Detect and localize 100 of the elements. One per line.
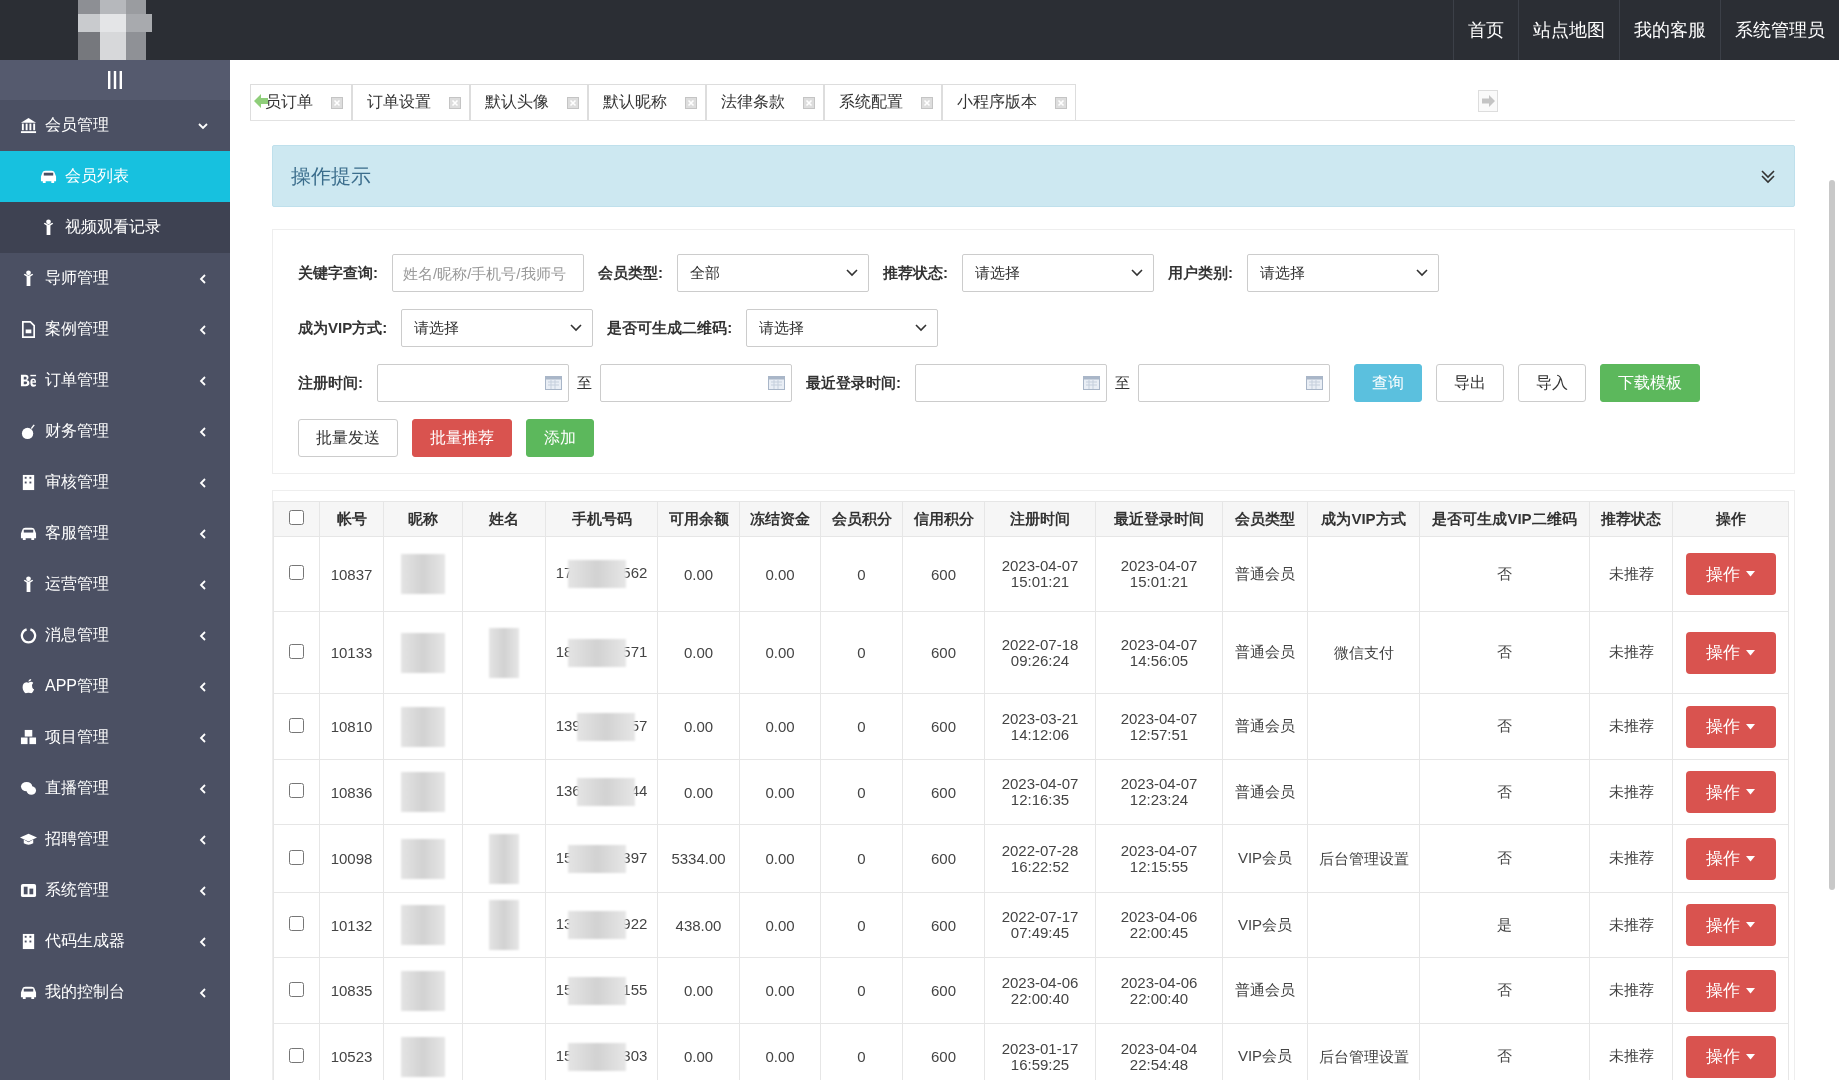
row-checkbox[interactable] [289, 1047, 304, 1063]
menu-label: 项目管理 [45, 727, 110, 747]
sidebar-item[interactable]: 运营管理 [0, 559, 230, 610]
table-cell: 0 [820, 957, 903, 1024]
table-cell: 2023-04-07 15:01:21 [984, 536, 1096, 612]
nav-link[interactable]: 我的客服 [1619, 0, 1720, 60]
field-label: 注册时间: [298, 373, 363, 393]
action-dropdown-button[interactable]: 操作 [1685, 837, 1776, 880]
row-checkbox[interactable] [289, 981, 304, 997]
caret-icon [570, 324, 583, 332]
sidebar-item[interactable]: APP管理 [0, 661, 230, 712]
table-cell: 600 [902, 611, 985, 694]
nav-link[interactable]: 首页 [1453, 0, 1518, 60]
filter-button[interactable]: 导入 [1518, 364, 1586, 402]
table-cell: 10810 [319, 693, 384, 760]
action-dropdown-button[interactable]: 操作 [1685, 969, 1776, 1012]
table-cell: 否 [1419, 957, 1590, 1024]
menu-icon[interactable] [107, 70, 123, 90]
sidebar-item[interactable]: 财务管理 [0, 406, 230, 457]
tab[interactable]: 订单设置 [352, 84, 470, 120]
select-all-checkbox[interactable] [289, 510, 304, 525]
search-field[interactable]: 姓名/昵称/手机号/我师号 [392, 254, 584, 292]
table-cell: 0 [820, 892, 903, 958]
tab[interactable]: 系统配置 [824, 84, 942, 120]
graduation-cap-icon [20, 831, 37, 848]
sidebar-item[interactable]: 客服管理 [0, 508, 230, 559]
action-dropdown-button[interactable]: 操作 [1685, 771, 1776, 813]
action-button[interactable]: 批量推荐 [412, 419, 512, 457]
double-chevron-icon[interactable] [1760, 168, 1776, 184]
tab[interactable]: 默认头像 [470, 84, 588, 120]
close-icon [803, 96, 815, 109]
sidebar-item[interactable]: 招聘管理 [0, 814, 230, 865]
sidebar-item[interactable]: 项目管理 [0, 712, 230, 763]
bomb-icon [20, 423, 37, 440]
table-cell: 600 [902, 892, 985, 958]
sidebar-item[interactable]: 审核管理 [0, 457, 230, 508]
sidebar-item[interactable]: 会员管理 [0, 100, 230, 151]
sidebar-item[interactable]: 代码生成器 [0, 916, 230, 967]
phone-suffix: 155 [622, 980, 648, 998]
action-dropdown-button[interactable]: 操作 [1685, 553, 1776, 595]
select-field[interactable]: 请选择 [1247, 254, 1439, 292]
select-field[interactable]: 请选择 [746, 309, 939, 347]
table-cell: 5334.00 [657, 824, 740, 893]
sidebar-item[interactable]: 直播管理 [0, 763, 230, 814]
calendar-icon [545, 376, 562, 390]
sidebar-item[interactable]: 消息管理 [0, 610, 230, 661]
select-field[interactable]: 请选择 [401, 309, 594, 347]
column-header: 昵称 [383, 501, 463, 537]
action-dropdown-button[interactable]: 操作 [1685, 705, 1776, 748]
table-cell: 600 [902, 957, 985, 1024]
menu-label: 订单管理 [45, 370, 110, 390]
sidebar-item[interactable]: 我的控制台 [0, 967, 230, 1018]
tab[interactable]: 法律条款 [706, 84, 824, 120]
table-cell: 未推荐 [1589, 759, 1673, 825]
row-checkbox[interactable] [289, 565, 304, 580]
row-checkbox[interactable] [289, 916, 304, 931]
date-field[interactable] [600, 364, 792, 402]
date-field[interactable] [915, 364, 1107, 402]
row-checkbox[interactable] [289, 717, 304, 733]
sidebar-item[interactable]: 订单管理 [0, 355, 230, 406]
spinner-icon [20, 627, 37, 644]
phone-suffix: 303 [622, 1046, 648, 1064]
action-dropdown-button[interactable]: 操作 [1685, 1035, 1776, 1078]
nav-link[interactable]: 站点地图 [1518, 0, 1619, 60]
nav-link[interactable]: 系统管理员 [1720, 0, 1839, 60]
field-label: 成为VIP方式: [298, 318, 388, 338]
sidebar-item[interactable]: 案例管理 [0, 304, 230, 355]
sidebar-subitem[interactable]: 视频观看记录 [0, 202, 230, 253]
sidebar-item[interactable]: 系统管理 [0, 865, 230, 916]
action-button[interactable]: 批量发送 [298, 419, 398, 457]
table-cell: 否 [1419, 693, 1590, 760]
action-dropdown-button[interactable]: 操作 [1685, 631, 1776, 674]
menu-label: 运营管理 [45, 574, 110, 594]
table-cell: VIP会员 [1222, 824, 1308, 893]
select-field[interactable]: 请选择 [962, 254, 1154, 292]
row-checkbox[interactable] [289, 849, 304, 865]
filter-button[interactable]: 导出 [1436, 364, 1504, 402]
row-checkbox[interactable] [289, 783, 304, 798]
column-header: 会员类型 [1222, 501, 1308, 537]
action-dropdown-button[interactable]: 操作 [1685, 904, 1776, 946]
column-header: 是否可生成VIP二维码 [1419, 501, 1590, 537]
table-cell: 0.00 [657, 536, 740, 612]
bank-icon [20, 117, 37, 134]
date-field[interactable] [377, 364, 569, 402]
tab[interactable]: 默认昵称 [588, 84, 706, 120]
building-icon [20, 474, 37, 491]
field-label: 最近登录时间: [806, 373, 901, 393]
phone-suffix: 922 [622, 914, 648, 932]
phone-prefix: 136 [555, 781, 581, 799]
date-field[interactable] [1138, 364, 1330, 402]
table-cell: 0.00 [657, 759, 740, 825]
scrollbar[interactable] [1829, 180, 1835, 890]
tab[interactable]: 员订单 [250, 84, 352, 120]
chat-icon [20, 780, 37, 797]
caret-icon [1746, 1053, 1755, 1060]
select-field[interactable]: 全部 [677, 254, 869, 292]
tab[interactable]: 小程序版本 [942, 84, 1076, 120]
car-icon [40, 168, 57, 185]
row-checkbox[interactable] [289, 643, 304, 659]
sidebar-item[interactable]: 导师管理 [0, 253, 230, 304]
